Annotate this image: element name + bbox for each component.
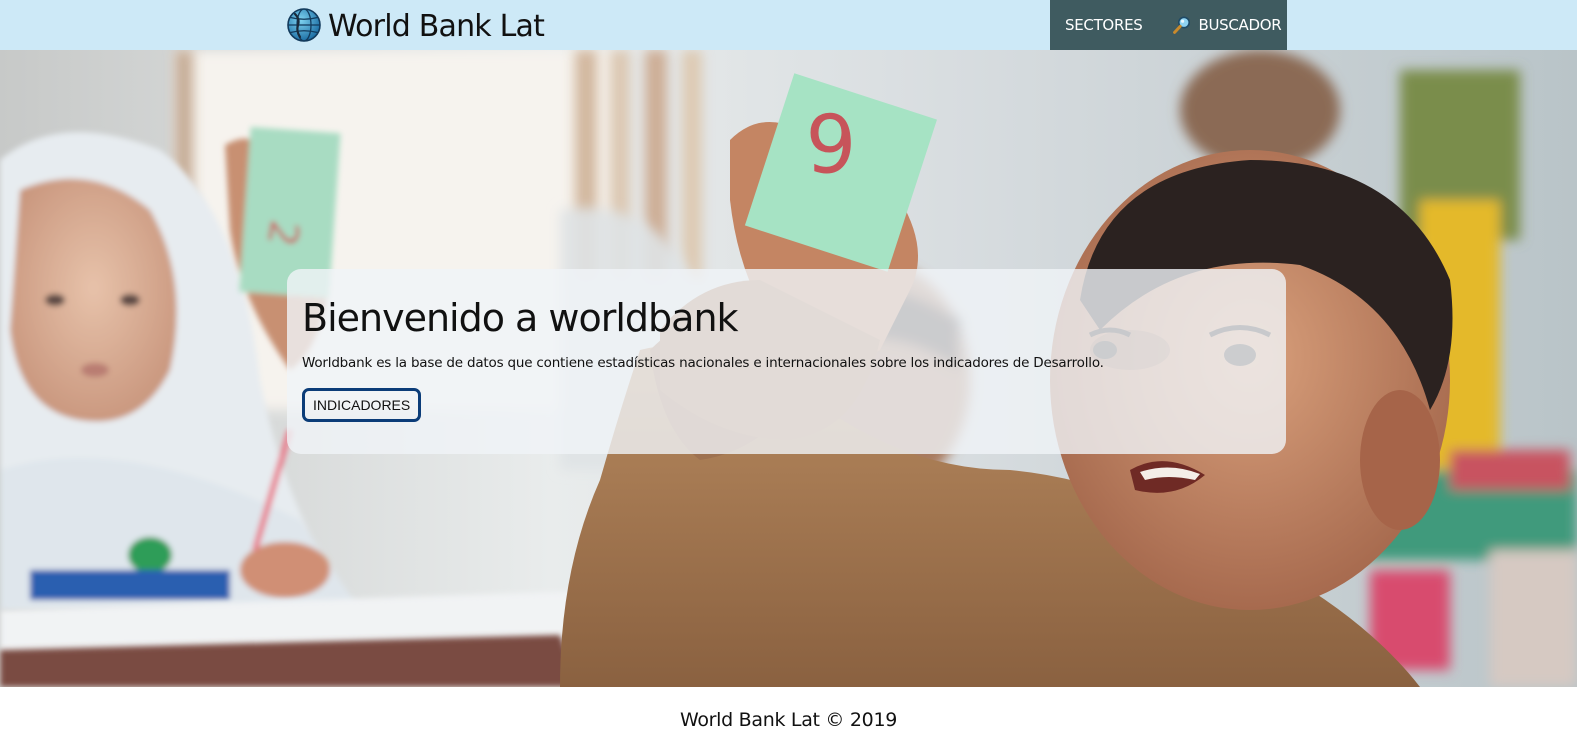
footer-copyright: World Bank Lat © 2019 [679, 709, 898, 731]
welcome-card: Bienvenido a worldbank Worldbank es la b… [287, 269, 1286, 454]
main-nav: SECTORES BUSCADOR [1050, 0, 1287, 50]
globe-icon [286, 7, 322, 43]
magnifier-icon [1172, 15, 1198, 35]
indicadores-button[interactable]: INDICADORES [302, 387, 422, 422]
top-navbar: World Bank Lat SECTORES BUSCADOR [0, 0, 1577, 50]
nav-buscador-label: BUSCADOR [1198, 16, 1282, 34]
brand-title: World Bank Lat [328, 9, 545, 44]
welcome-title: Bienvenido a worldbank [302, 296, 739, 340]
brand-link[interactable]: World Bank Lat [286, 4, 545, 46]
nav-sectores-label: SECTORES [1065, 16, 1143, 34]
hero-section: 2 9 Bienvenido a worldbank Worldbank es … [0, 50, 1577, 687]
nav-sectores[interactable]: SECTORES [1050, 0, 1172, 50]
welcome-description: Worldbank es la base de datos que contie… [302, 354, 1104, 371]
footer: World Bank Lat © 2019 [0, 687, 1577, 749]
svg-text:9: 9 [805, 98, 856, 191]
nav-buscador[interactable]: BUSCADOR [1172, 0, 1282, 50]
